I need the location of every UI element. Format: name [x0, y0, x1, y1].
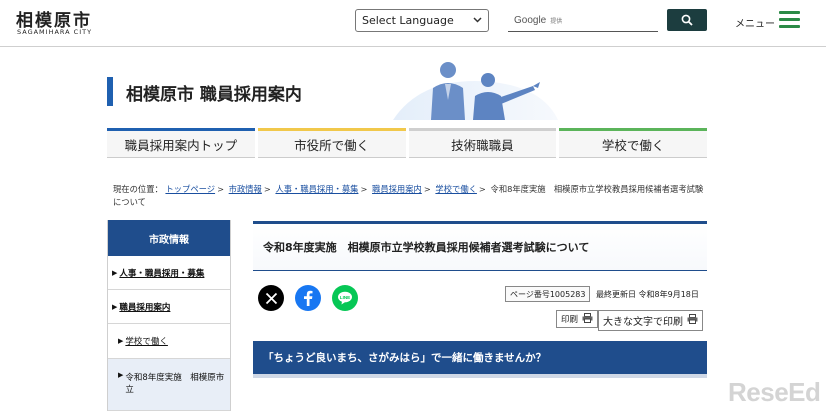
printer-icon: [687, 314, 698, 327]
page-title: 令和8年度実施 相模原市立学校教員採用候補者選考試験について: [253, 221, 707, 271]
page-banner: 相模原市 職員採用案内: [107, 60, 707, 122]
breadcrumb-link-personnel[interactable]: 人事・職員採用・募集: [275, 184, 358, 194]
tab-school[interactable]: 学校で働く: [559, 128, 707, 158]
last-updated: 最終更新日 令和8年9月18日: [596, 290, 699, 299]
search-input[interactable]: Google 提供: [508, 9, 658, 32]
sidebar-item-label[interactable]: 職員採用案内: [119, 301, 170, 313]
page: 相模原市 SAGAMIHARA CITY Select Language Goo…: [0, 0, 826, 411]
site-logo-sub: SAGAMIHARA CITY: [17, 28, 93, 36]
category-tabs: 職員採用案内トップ 市役所で働く 技術職職員 学校で働く: [107, 128, 707, 158]
section-heading: 「ちょうど良いまち、さがみはら」で一緒に働きませんか？: [253, 341, 707, 374]
search-brand: Google: [514, 14, 547, 26]
section-divider: [253, 374, 707, 378]
tab-technical-staff[interactable]: 技術職職員: [408, 128, 557, 158]
search-button[interactable]: [667, 9, 707, 31]
sidebar-item-label[interactable]: 学校で働く: [125, 335, 168, 347]
sidebar-item-label: 令和8年度実施 相模原市立: [125, 373, 225, 395]
search-brand-sub: 提供: [550, 17, 563, 25]
tab-recruit-top[interactable]: 職員採用案内トップ: [107, 128, 255, 158]
chevron-down-icon: [473, 16, 482, 26]
breadcrumb-link-city[interactable]: 市政情報: [229, 184, 262, 194]
triangle-right-icon: ▶: [118, 337, 124, 345]
triangle-right-icon: ▶: [118, 371, 124, 379]
sidebar-item-label[interactable]: 人事・職員採用・募集: [119, 267, 204, 279]
page-number: ページ番号1005283: [505, 286, 591, 302]
printer-icon: [582, 312, 593, 326]
breadcrumb-link-school[interactable]: 学校で働く: [435, 184, 477, 194]
language-select[interactable]: Select Language: [355, 9, 489, 32]
hamburger-menu-icon[interactable]: [779, 11, 800, 28]
sidebar-item-recruit[interactable]: ▶ 職員採用案内: [108, 290, 230, 324]
svg-text:LINE: LINE: [340, 295, 350, 300]
print-button[interactable]: 印刷: [556, 310, 599, 328]
staff-illustration: [393, 62, 558, 120]
sidebar: 市政情報 ▶ 人事・職員採用・募集 ▶ 職員採用案内 ▶ 学校で働く ▶ 令和8…: [107, 220, 231, 411]
watermark-logo: ReseEd: [728, 377, 821, 407]
sidebar-heading: 市政情報: [108, 220, 230, 256]
menu-label[interactable]: メニュー: [735, 15, 775, 30]
sidebar-item-current[interactable]: ▶ 令和8年度実施 相模原市立: [108, 359, 230, 411]
facebook-icon[interactable]: [295, 285, 321, 311]
triangle-right-icon: ▶: [112, 268, 118, 277]
print-large-button[interactable]: 大きな文字で印刷: [598, 310, 703, 331]
breadcrumb-prefix: 現在の位置：: [113, 184, 163, 194]
x-icon[interactable]: [258, 285, 284, 311]
tab-city-hall[interactable]: 市役所で働く: [257, 128, 406, 158]
search-icon: [681, 11, 693, 30]
sidebar-item-personnel[interactable]: ▶ 人事・職員採用・募集: [108, 256, 230, 290]
print-button-label: 印刷: [561, 315, 579, 325]
breadcrumb: 現在の位置： トップページ > 市政情報 > 人事・職員採用・募集 > 職員採用案内 >…: [113, 184, 704, 207]
triangle-right-icon: ▶: [112, 302, 118, 311]
banner-title: 相模原市 職員採用案内: [126, 85, 302, 105]
line-icon[interactable]: LINE: [332, 285, 358, 311]
language-select-label: Select Language: [362, 14, 454, 27]
breadcrumb-link-top[interactable]: トップページ: [165, 184, 215, 194]
sidebar-item-school[interactable]: ▶ 学校で働く: [108, 324, 230, 359]
print-large-button-label: 大きな文字で印刷: [603, 317, 683, 328]
banner-accent-bar: [107, 77, 113, 106]
breadcrumb-link-recruit[interactable]: 職員採用案内: [372, 184, 422, 194]
share-buttons: LINE: [258, 285, 358, 311]
site-header: 相模原市 SAGAMIHARA CITY Select Language Goo…: [0, 0, 826, 47]
